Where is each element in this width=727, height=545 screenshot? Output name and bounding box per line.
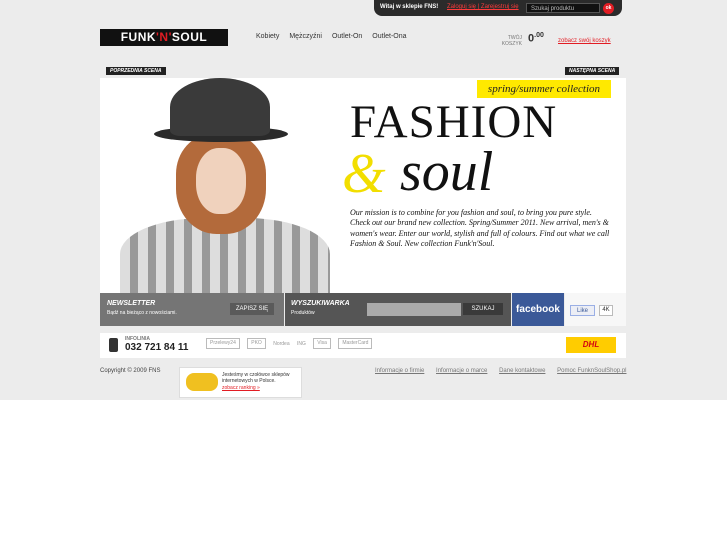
model-hat-image — [170, 78, 270, 136]
logo-mid: 'N' — [156, 30, 172, 44]
partner-logo: Przelewy24 — [206, 338, 240, 350]
partner-logo: PKO — [247, 338, 266, 350]
partner-logo: ING — [297, 341, 306, 347]
nav-item-kobiety[interactable]: Kobiety — [256, 33, 279, 40]
partner-logos: Przelewy24 PKO Nordea ING Visa MasterCar… — [206, 337, 378, 351]
partner-logo: MasterCard — [338, 338, 373, 350]
partner-logo: Visa — [313, 338, 331, 350]
search-title: WYSZUKIWARKA — [291, 300, 350, 307]
footer-link-help[interactable]: Pomoc FunknSoulShop.pl — [557, 368, 626, 374]
main-nav: Kobiety Mężczyźni Outlet-On Outlet-Ona — [256, 33, 415, 40]
ranking-badge[interactable]: Jesteśmy w czołówce sklepów internetowyc… — [179, 367, 302, 398]
welcome-text: Witaj w sklepie FNS! — [380, 4, 439, 10]
previous-scene-label: POPRZEDNIA SCENA — [110, 68, 162, 74]
footer-link-company[interactable]: Informacje o firmie — [375, 368, 424, 374]
brand-logo[interactable]: FUNK'N'SOUL — [100, 29, 228, 46]
like-count: 4K — [599, 305, 613, 316]
facebook-logo[interactable]: facebook — [512, 293, 564, 326]
view-cart-link[interactable]: zobacz swój koszyk — [558, 38, 611, 44]
hero-banner[interactable]: spring/summer collection FASHION & soul … — [100, 78, 626, 293]
ranking-link[interactable]: zobacz ranking » — [222, 385, 260, 391]
cart-amount-cents: .00 — [534, 32, 544, 39]
logo-part1: FUNK — [120, 30, 157, 44]
search-ok-button[interactable]: ok — [603, 3, 614, 14]
nav-item-outlet-on[interactable]: Outlet-On — [332, 33, 362, 40]
hotline-number: 032 721 84 11 — [125, 342, 189, 353]
next-scene-button[interactable]: NASTĘPNA SCENA — [565, 67, 620, 75]
search-panel: WYSZUKIWARKA Produktów SZUKAJ — [285, 293, 511, 326]
like-button[interactable]: Like — [570, 305, 595, 316]
ranking-icon — [186, 373, 218, 391]
model-face-image — [196, 148, 246, 214]
hero-ampersand: & — [342, 143, 386, 205]
previous-scene-button[interactable]: POPRZEDNIA SCENA — [106, 67, 166, 75]
info-bar: INFOLINIA 032 721 84 11 Przelewy24 PKO N… — [100, 333, 626, 358]
hero-soul-word: soul — [400, 141, 494, 203]
footer-links: Informacje o firmie Informacje o marce D… — [365, 368, 626, 374]
product-search-input[interactable]: Szukaj produktu — [526, 3, 600, 13]
cart-label: TWÓJ KOSZYK — [501, 35, 522, 47]
nav-item-outlet-ona[interactable]: Outlet-Ona — [372, 33, 406, 40]
search-input[interactable] — [367, 303, 461, 316]
copyright-text: Copyright © 2009 FNS — [100, 368, 161, 374]
search-subtitle: Produktów — [291, 310, 315, 316]
footer-link-brand[interactable]: Informacje o marce — [436, 368, 487, 374]
logo-part2: SOUL — [171, 30, 208, 44]
newsletter-title: NEWSLETTER — [107, 300, 156, 307]
dhl-logo: DHL — [566, 337, 616, 353]
nav-item-mezczyzni[interactable]: Mężczyźni — [289, 33, 322, 40]
search-submit-button[interactable]: SZUKAJ — [463, 303, 503, 315]
top-bar: Witaj w sklepie FNS! Zaloguj się | Zarej… — [374, 0, 622, 16]
newsletter-subtitle: Bądź na bieżąco z nowościami. — [107, 310, 177, 316]
phone-icon — [109, 338, 118, 352]
cart-amount: 0.00 — [528, 32, 544, 45]
login-register-link[interactable]: Zaloguj się | Zarejestruj się — [447, 4, 519, 10]
hero-headline: FASHION — [350, 96, 558, 148]
newsletter-subscribe-button[interactable]: ZAPISZ SIĘ — [230, 303, 274, 315]
mission-text: Our mission is to combine for you fashio… — [350, 208, 610, 249]
next-scene-label: NASTĘPNA SCENA — [569, 68, 616, 74]
newsletter-panel: NEWSLETTER Bądź na bieżąco z nowościami.… — [100, 293, 284, 326]
ranking-text: Jesteśmy w czołówce sklepów internetowyc… — [222, 372, 290, 384]
facebook-like-widget: Like 4K — [565, 293, 626, 326]
footer-link-contact[interactable]: Dane kontaktowe — [499, 368, 545, 374]
partner-logo: Nordea — [273, 341, 290, 347]
